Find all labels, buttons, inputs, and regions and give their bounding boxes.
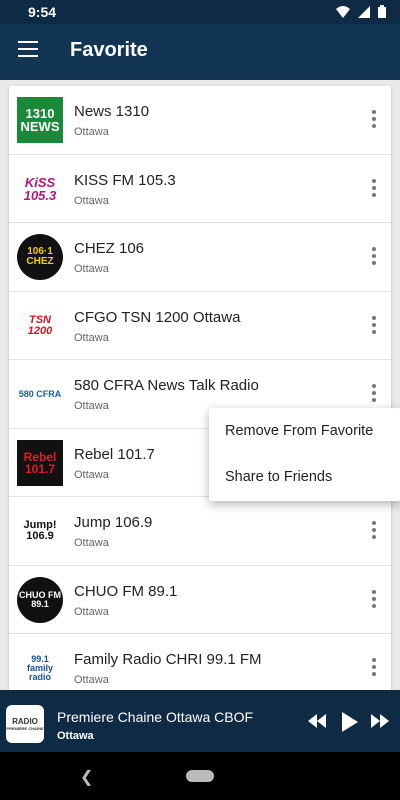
home-pill-button[interactable]: [186, 770, 214, 782]
station-name: News 1310: [74, 103, 150, 120]
station-city: Ottawa: [74, 468, 109, 481]
station-city: Ottawa: [74, 537, 109, 549]
station-logo: KiSS 105.3: [23, 174, 57, 203]
player-station-logo: RADIO PREMIÈRE CHAÎNE: [6, 705, 44, 743]
station-name: CFGO TSN 1200 Ottawa: [74, 308, 241, 326]
station-city: Ottawa: [74, 605, 109, 618]
station-city: Ottawa: [74, 194, 109, 207]
page-title: Favorite: [70, 39, 148, 61]
hamburger-menu-icon[interactable]: [18, 41, 38, 63]
status-time: 9:54: [28, 4, 57, 20]
station-logo: Jump! 106.9: [23, 519, 57, 542]
station-row-chez-106[interactable]: 106·1 CHEZ CHEZ 106 Ottawa: [9, 223, 391, 292]
player-logo-subtext: PREMIÈRE CHAÎNE: [6, 726, 44, 731]
fast-forward-icon[interactable]: [371, 714, 389, 728]
station-name: Jump 106.9: [74, 514, 153, 531]
station-row-family-radio[interactable]: 99.1 family radio Family Radio CHRI 99.1…: [9, 634, 391, 690]
station-logo: 106·1 CHEZ: [17, 234, 63, 280]
more-options-icon[interactable]: [371, 658, 377, 678]
station-logo: CHUO FM 89.1: [17, 576, 63, 623]
station-name: Rebel 101.7: [74, 445, 155, 463]
station-city: Ottawa: [74, 674, 109, 686]
battery-icon: [378, 5, 386, 18]
favorite-station-list: 1310 NEWS News 1310 Ottawa KiSS 105.3 KI…: [9, 86, 391, 690]
app-bar: Favorite: [0, 24, 400, 80]
station-city: Ottawa: [74, 126, 109, 138]
rewind-icon[interactable]: [308, 714, 326, 728]
more-options-icon[interactable]: [371, 247, 377, 267]
station-logo: 1310 NEWS: [17, 97, 63, 143]
more-options-icon[interactable]: [371, 521, 377, 541]
station-name: CHEZ 106: [74, 240, 145, 257]
more-options-icon[interactable]: [371, 178, 377, 199]
station-city: Ottawa: [74, 263, 109, 275]
player-station-name: Premiere Chaine Ottawa CBOF: [57, 709, 254, 725]
station-city: Ottawa: [74, 331, 109, 344]
wifi-icon: [336, 5, 350, 18]
station-name: CHUO FM 89.1: [74, 582, 178, 600]
station-logo: 99.1 family radio: [26, 653, 53, 682]
player-logo-text: RADIO: [12, 717, 38, 726]
station-logo: Rebel 101.7: [17, 439, 63, 486]
station-name: KISS FM 105.3: [74, 171, 176, 189]
station-row-jump[interactable]: Jump! 106.9 Jump 106.9 Ottawa: [9, 497, 391, 566]
station-name: 580 CFRA News Talk Radio: [74, 377, 259, 394]
share-to-friends-menu-item[interactable]: Share to Friends: [209, 454, 400, 500]
remove-from-favorite-menu-item[interactable]: Remove From Favorite: [209, 408, 400, 454]
back-chevron-icon[interactable]: ❮: [80, 767, 93, 787]
station-row-tsn-1200[interactable]: TSN 1200 CFGO TSN 1200 Ottawa Ottawa: [9, 292, 391, 360]
play-icon[interactable]: [342, 712, 358, 732]
station-row-kiss-fm[interactable]: KiSS 105.3 KISS FM 105.3 Ottawa: [9, 155, 391, 223]
more-options-icon[interactable]: [371, 589, 377, 610]
status-bar: 9:54: [0, 0, 400, 24]
signal-icon: [358, 5, 370, 18]
now-playing-bar[interactable]: RADIO PREMIÈRE CHAÎNE Premiere Chaine Ot…: [0, 690, 400, 752]
station-name: Family Radio CHRI 99.1 FM: [74, 651, 262, 668]
more-options-icon[interactable]: [371, 110, 377, 130]
station-options-menu: Remove From Favorite Share to Friends: [209, 408, 400, 501]
more-options-icon[interactable]: [371, 315, 377, 336]
more-options-icon[interactable]: [371, 384, 377, 404]
station-logo: TSN 1200: [27, 313, 53, 337]
system-navigation-bar: ❮: [0, 752, 400, 800]
station-logo: 580 CFRA: [18, 388, 62, 399]
player-station-city: Ottawa: [57, 730, 94, 742]
station-city: Ottawa: [74, 400, 109, 412]
station-row-news-1310[interactable]: 1310 NEWS News 1310 Ottawa: [9, 86, 391, 155]
status-icons: [336, 5, 386, 18]
station-row-chuo[interactable]: CHUO FM 89.1 CHUO FM 89.1 Ottawa: [9, 566, 391, 634]
